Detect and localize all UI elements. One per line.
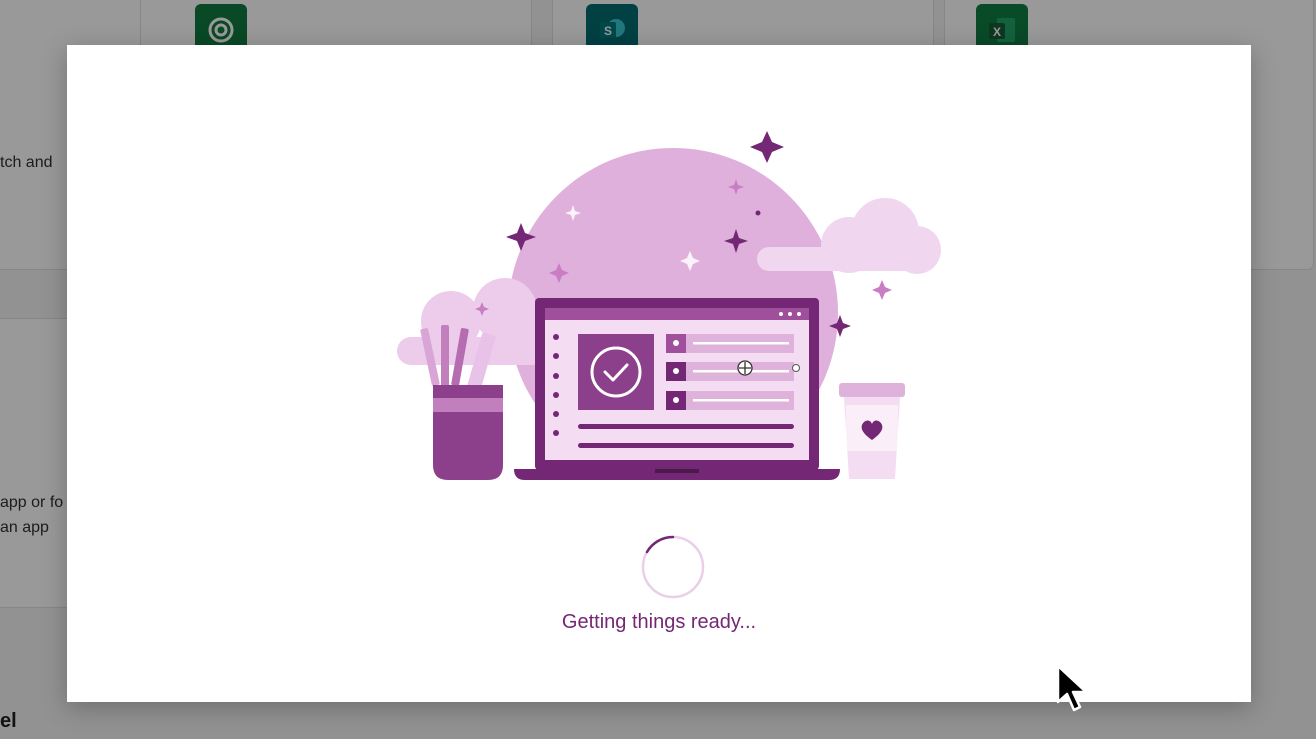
- loading-spinner: [641, 535, 705, 599]
- laptop-checklist-illustration: [397, 131, 941, 480]
- loading-dialog: Getting things ready...: [67, 45, 1251, 702]
- mouse-pointer-icon: [1056, 664, 1088, 712]
- coffee-cup: [839, 383, 905, 479]
- laptop: [514, 298, 840, 480]
- loading-status-text: Getting things ready...: [561, 611, 757, 633]
